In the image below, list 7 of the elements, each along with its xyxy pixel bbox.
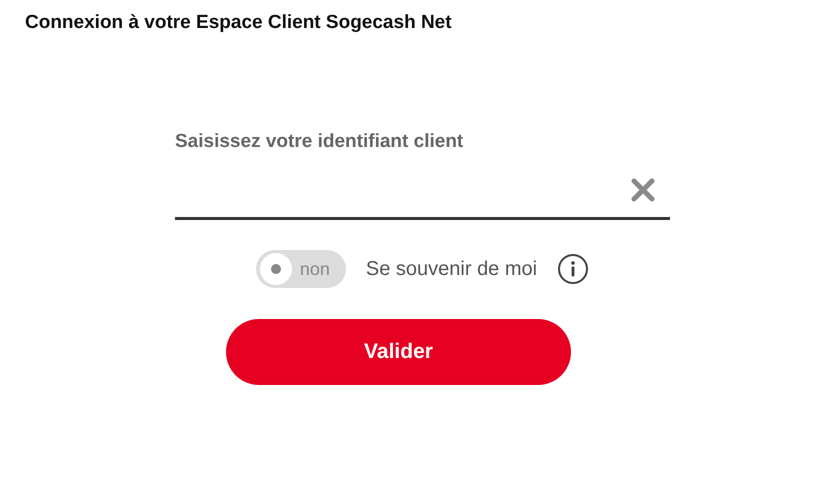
info-icon[interactable] [557, 253, 590, 285]
field-label: Saisissez votre identifiant client [175, 131, 464, 153]
close-icon[interactable] [630, 177, 656, 203]
submit-button[interactable]: Valider [226, 319, 571, 385]
remember-toggle[interactable]: non [256, 250, 346, 288]
page-title: Connexion à votre Espace Client Sogecash Net [25, 12, 453, 34]
remember-label: Se souvenir de moi [366, 258, 538, 280]
